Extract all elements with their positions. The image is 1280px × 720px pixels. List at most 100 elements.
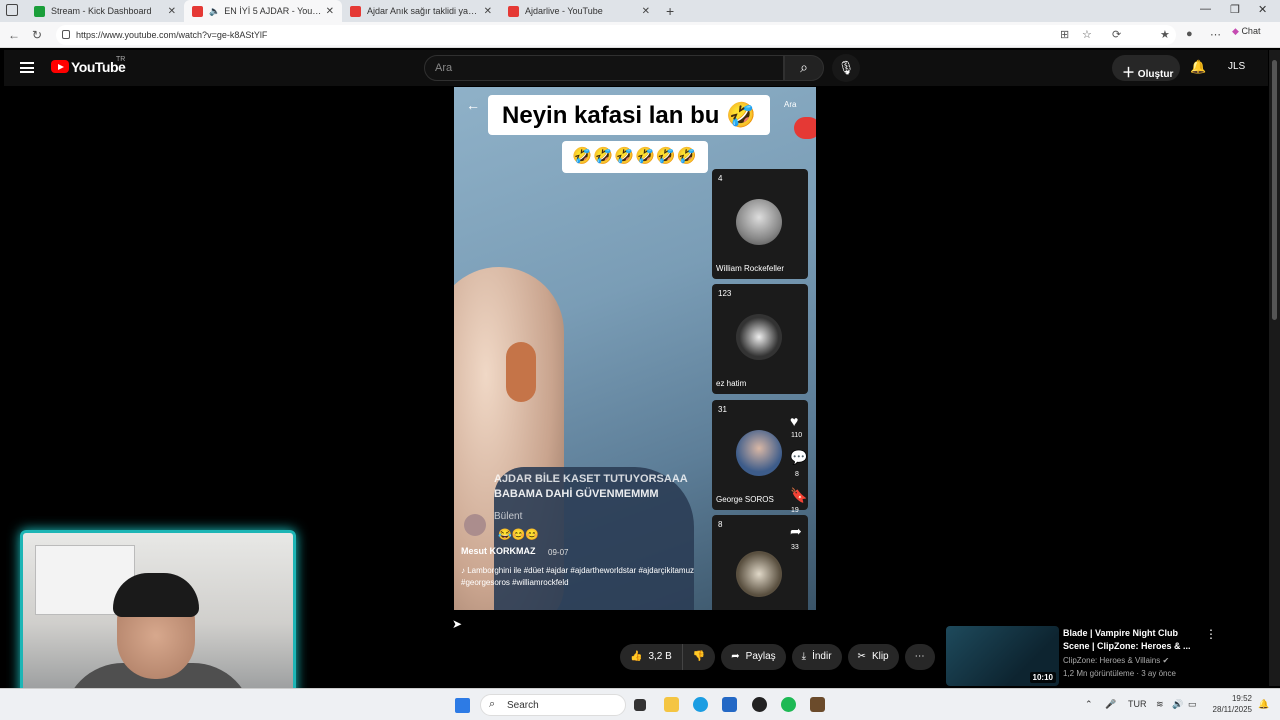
chat-label: Chat <box>1241 26 1261 36</box>
new-tab-button[interactable]: + <box>666 3 674 19</box>
url-field[interactable]: https://www.youtube.com/watch?v=ge-k8ASt… <box>56 25 1176 45</box>
video-overlay-line-1: AJDAR BİLE KASET TUTUYORSAAA <box>494 473 688 485</box>
clock[interactable]: 19:52 28/11/2025 <box>1208 693 1252 715</box>
more-actions-button[interactable]: ⋯ <box>904 644 935 670</box>
maximize-icon[interactable]: ❐ <box>1230 3 1240 16</box>
recommendation-channel-name: ClipZone: Heroes & Villains <box>1063 656 1161 665</box>
tab-ajdar-anik[interactable]: Ajdar Anık sağır taklidi yaparak tı ✕ <box>342 0 500 22</box>
like-count-label: 3,2 B <box>648 651 672 662</box>
video-caption-emojis: 🤣🤣🤣🤣🤣🤣 <box>562 141 708 173</box>
download-button[interactable]: ⤓ İndir <box>791 644 842 670</box>
clip-button[interactable]: ✂ Klip <box>847 644 899 670</box>
windows-start-icon[interactable] <box>455 698 470 713</box>
card-face-image <box>736 314 782 360</box>
minimize-icon[interactable]: — <box>1200 3 1211 15</box>
video-author: Mesut KORKMAZ <box>461 546 536 556</box>
taskbar-search-label: Search <box>507 700 539 711</box>
comment-icon: 💬 <box>790 449 808 465</box>
search-icon: ⌕ <box>489 698 496 710</box>
video-caption-title: Neyin kafasi lan bu 🤣 <box>488 95 770 135</box>
copilot-chat-button[interactable]: ◆ Chat <box>1232 26 1260 37</box>
tab-en-iyi-5-ajdar[interactable]: 🔈 EN İYİ 5 AJDAR - YouTube ✕ <box>184 0 342 22</box>
app-icon[interactable] <box>810 697 825 712</box>
tab-kick-dashboard[interactable]: Stream - Kick Dashboard ✕ <box>26 0 184 22</box>
youtube-logo-icon[interactable] <box>51 60 69 73</box>
file-explorer-icon[interactable] <box>664 697 679 712</box>
share-button[interactable]: ➦ Paylaş <box>721 644 786 670</box>
battery-icon[interactable]: ▭ <box>1188 699 1197 710</box>
voice-search-button[interactable]: 🎙 <box>832 54 860 82</box>
tab-title: Ajdarlive - YouTube <box>525 6 603 16</box>
wifi-icon[interactable]: ≋ <box>1156 699 1164 710</box>
profile-icon[interactable]: ● <box>1186 28 1193 40</box>
close-tab-icon[interactable]: ✕ <box>484 6 492 17</box>
spotify-icon[interactable] <box>781 697 796 712</box>
extensions-icon[interactable]: ⟳ <box>1112 28 1121 41</box>
comment-user: Bülent <box>494 511 523 522</box>
lock-icon <box>62 30 70 39</box>
scrollbar-thumb[interactable] <box>1272 60 1277 320</box>
app-install-icon[interactable]: ⊞ <box>1060 28 1069 41</box>
close-tab-icon[interactable]: ✕ <box>326 6 334 17</box>
url-text: https://www.youtube.com/watch?v=ge-k8ASt… <box>76 30 268 40</box>
create-button[interactable]: ＋ Oluştur <box>1112 55 1180 81</box>
card-count: 4 <box>718 174 723 183</box>
card-face-image <box>736 551 782 597</box>
video-actions: 👍 3,2 B 👎 ➦ Paylaş ⤓ İndir ✂ Klip ⋯ <box>620 644 935 670</box>
video-player[interactable]: ← Ara Neyin kafasi lan bu 🤣 🤣🤣🤣🤣🤣🤣 4 Wil… <box>454 87 816 610</box>
tab-ajdarlive[interactable]: Ajdarlive - YouTube ✕ <box>500 0 658 22</box>
refresh-icon[interactable]: ↻ <box>32 28 42 42</box>
task-view-icon[interactable] <box>634 699 646 711</box>
card-name: ez hatim <box>716 379 747 388</box>
microphone-icon: 🎙 <box>837 60 855 75</box>
dislike-button[interactable]: 👎 <box>681 644 716 670</box>
notifications-bell-icon[interactable]: 🔔 <box>1190 59 1206 75</box>
share-arrow-icon: ➦ <box>790 523 802 539</box>
favorites-icon[interactable]: ★ <box>1160 28 1170 41</box>
close-tab-icon[interactable]: ✕ <box>168 6 176 17</box>
notification-center-icon[interactable]: 🔔 <box>1258 699 1269 710</box>
card-count: 31 <box>718 405 727 414</box>
recommendation-thumbnail[interactable]: 10:10 <box>946 626 1059 686</box>
video-tags: ♪ Lamborghini ile #düet #ajdar #ajdarthe… <box>461 565 741 589</box>
youtube-favicon-icon <box>192 5 203 17</box>
obs-icon[interactable] <box>752 697 767 712</box>
window-menu-icon[interactable] <box>6 4 18 16</box>
card-face-image <box>736 430 782 476</box>
favorite-star-icon[interactable]: ☆ <box>1082 28 1092 41</box>
tab-title: EN İYİ 5 AJDAR - YouTube <box>224 6 322 16</box>
download-label: İndir <box>812 651 832 662</box>
comment-emojis: 😂😊😊 <box>498 529 540 541</box>
tab-title: Stream - Kick Dashboard <box>51 6 152 16</box>
close-tab-icon[interactable]: ✕ <box>642 6 650 17</box>
microphone-tray-icon[interactable]: 🎤 <box>1105 699 1116 710</box>
verified-icon: ✔ <box>1162 656 1170 665</box>
recommendation-channel[interactable]: ClipZone: Heroes & Villains ✔ <box>1063 656 1169 665</box>
menu-icon[interactable] <box>20 62 34 73</box>
recommendation-more-icon[interactable]: ⋮ <box>1205 627 1217 641</box>
like-button[interactable]: 👍 3,2 B <box>620 644 682 670</box>
video-overlay-line-2: BABAMA DAHİ GÜVENMEMMM <box>494 488 659 500</box>
taskbar-search[interactable]: ⌕ Search <box>480 694 626 716</box>
plus-icon: ＋ <box>1122 65 1136 80</box>
browser-tab-strip: Stream - Kick Dashboard ✕ 🔈 EN İYİ 5 AJD… <box>0 0 1280 22</box>
edge-browser-icon[interactable] <box>693 697 708 712</box>
speaker-icon[interactable]: 🔈 <box>209 6 220 17</box>
user-avatar[interactable]: JLS <box>1228 61 1245 72</box>
page-scrollbar[interactable] <box>1269 50 1280 686</box>
tray-chevron-icon[interactable]: ⌃ <box>1085 699 1093 710</box>
volume-icon[interactable]: 🔊 <box>1172 699 1183 710</box>
more-menu-icon[interactable]: ⋯ <box>1210 28 1221 41</box>
search-button[interactable]: ⌕ <box>784 55 824 81</box>
search-input[interactable]: Ara <box>424 55 784 81</box>
store-icon[interactable] <box>722 697 737 712</box>
like-count: 110 <box>791 432 803 439</box>
back-icon[interactable]: ← <box>8 28 20 42</box>
bookmark-icon: 🔖 <box>790 487 808 503</box>
recommendation-title[interactable]: Blade | Vampire Night Club Scene | ClipZ… <box>1063 627 1193 653</box>
close-window-icon[interactable]: ✕ <box>1258 3 1267 16</box>
card-count: 8 <box>718 520 723 529</box>
more-horizontal-icon: ⋯ <box>914 651 925 662</box>
language-indicator[interactable]: TUR <box>1128 699 1147 709</box>
clock-time: 19:52 <box>1231 694 1252 703</box>
